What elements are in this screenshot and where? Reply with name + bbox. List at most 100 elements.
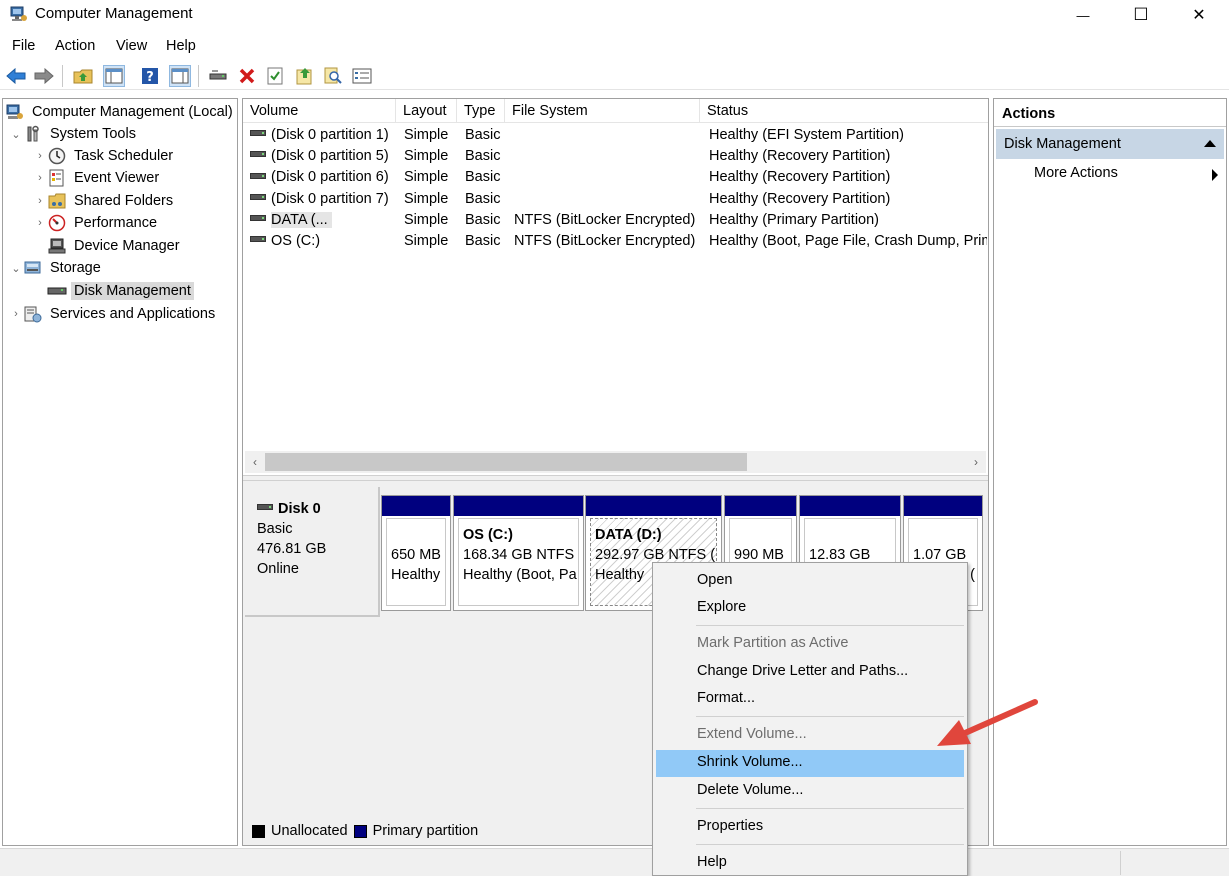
column-header-file-system[interactable]: File System: [505, 99, 700, 123]
disk-title: Disk 0: [257, 499, 378, 519]
table-cell-volume: (Disk 0 partition 6): [250, 169, 396, 185]
table-cell-status: Healthy (Primary Partition): [709, 211, 880, 228]
menu-action[interactable]: Action: [55, 38, 95, 54]
minimize-icon: —: [1076, 7, 1090, 23]
export-icon[interactable]: [294, 65, 316, 87]
tree-item-task-scheduler[interactable]: › Task Scheduler: [33, 145, 176, 167]
legend-swatch-unallocated: [252, 824, 265, 838]
menu-separator: [696, 716, 964, 717]
list-icon[interactable]: [351, 65, 373, 87]
expand-chevron-icon[interactable]: ›: [33, 217, 47, 229]
connect-icon[interactable]: [207, 65, 229, 87]
table-cell-type: Basic: [465, 211, 501, 228]
menu-item-open[interactable]: Open: [656, 568, 964, 595]
drive-icon: [250, 214, 266, 221]
disk-icon: [257, 504, 273, 511]
tools-icon: [23, 125, 43, 143]
table-cell-layout: Simple: [404, 211, 449, 228]
disk-size: 476.81 GB: [257, 541, 327, 557]
partition-status: Healthy: [391, 567, 441, 583]
search-icon[interactable]: [322, 65, 344, 87]
menu-item-delete-volume[interactable]: Delete Volume...: [656, 778, 964, 805]
scroll-left-icon[interactable]: ‹: [245, 451, 265, 473]
tree-item-storage[interactable]: ⌄ Storage: [9, 257, 104, 279]
menu-help[interactable]: Help: [166, 38, 196, 54]
table-cell-volume: DATA (...: [250, 211, 396, 228]
show-hide-tree-icon[interactable]: [103, 65, 125, 87]
column-header-status[interactable]: Status: [700, 99, 986, 123]
menu-view[interactable]: View: [116, 38, 147, 54]
table-row[interactable]: (Disk 0 partition 1) Simple Basic Healthy (…: [243, 125, 988, 146]
partition-block[interactable]: OS (C:) 168.34 GB NTFS ( Healthy (Boot, …: [453, 495, 584, 611]
column-header-layout[interactable]: Layout: [396, 99, 457, 123]
column-header-type[interactable]: Type: [457, 99, 505, 123]
tree-item-shared-folders[interactable]: › Shared Folders: [33, 190, 176, 212]
tree-item-performance[interactable]: › Performance: [33, 212, 160, 234]
tree-item-disk-management[interactable]: Disk Management: [47, 280, 194, 302]
tree-item-label: Task Scheduler: [74, 148, 174, 164]
table-row[interactable]: DATA (... Simple Basic NTFS (BitLocker Encr…: [243, 210, 988, 231]
tree-item-label: Event Viewer: [74, 170, 160, 186]
delete-icon[interactable]: [236, 65, 258, 87]
up-folder-icon[interactable]: [72, 65, 94, 87]
expand-chevron-icon[interactable]: ⌄: [9, 262, 23, 275]
help-icon[interactable]: ?: [139, 65, 161, 87]
menu-item-properties[interactable]: Properties: [656, 814, 964, 841]
menu-item-change-drive-letter[interactable]: Change Drive Letter and Paths...: [656, 659, 964, 686]
actions-group-label: Disk Management: [1004, 136, 1121, 152]
menu-bar: File Action View Help: [0, 34, 1229, 58]
actions-title: Actions: [994, 99, 1226, 127]
shared-folder-icon: [47, 192, 67, 210]
navigation-tree: Computer Management (Local) ⌄ System Too…: [2, 98, 238, 846]
table-cell-fs: NTFS (BitLocker Encrypted): [514, 211, 696, 228]
back-icon[interactable]: [5, 65, 27, 87]
tree-item-services-applications[interactable]: › Services and Applications: [9, 303, 218, 325]
menu-item-format[interactable]: Format...: [656, 686, 964, 713]
column-header-volume[interactable]: Volume: [243, 99, 396, 123]
annotation-arrow-icon: [937, 699, 1038, 746]
partition-title: OS (C:): [463, 527, 513, 543]
tree-item-event-viewer[interactable]: › Event Viewer: [33, 167, 162, 189]
scrollbar-thumb[interactable]: [265, 453, 747, 471]
disk-info[interactable]: Disk 0 Basic 476.81 GB Online: [245, 487, 380, 617]
partition-type-bar: [904, 496, 982, 516]
svg-text:?: ?: [146, 70, 154, 85]
menu-file[interactable]: File: [12, 38, 35, 54]
table-cell-type: Basic: [465, 148, 501, 165]
table-cell-status: Healthy (Boot, Page File, Crash Dump, Pr…: [709, 233, 987, 249]
properties-icon[interactable]: [264, 65, 286, 87]
table-row[interactable]: (Disk 0 partition 5) Simple Basic Healthy (…: [243, 146, 988, 167]
submenu-arrow-icon: [1212, 169, 1218, 181]
scroll-right-icon[interactable]: ›: [966, 451, 986, 473]
menu-item-help[interactable]: Help: [656, 850, 964, 876]
tree-item-device-manager[interactable]: Device Manager: [47, 235, 183, 257]
show-hide-action-pane-icon[interactable]: [169, 65, 191, 87]
table-row[interactable]: (Disk 0 partition 7) Simple Basic Healthy (…: [243, 189, 988, 210]
menu-item-extend-volume: Extend Volume...: [697, 726, 807, 742]
legend-label-primary: Primary partition: [372, 823, 479, 839]
tree-item-computer-management[interactable]: Computer Management (Local): [5, 101, 236, 123]
partition-block[interactable]: 650 MB Healthy: [381, 495, 451, 611]
minimize-button[interactable]: —: [1054, 0, 1112, 30]
actions-group-disk-management[interactable]: Disk Management: [996, 129, 1224, 159]
more-actions-item[interactable]: More Actions: [1034, 165, 1118, 181]
expand-chevron-icon[interactable]: ›: [33, 172, 47, 184]
expand-chevron-icon[interactable]: ›: [9, 308, 23, 320]
menu-item-explore[interactable]: Explore: [656, 595, 964, 622]
volume-list-header: Volume Layout Type File System Status: [243, 99, 988, 123]
maximize-button[interactable]: ☐: [1112, 0, 1170, 30]
expand-chevron-icon[interactable]: ›: [33, 150, 47, 162]
horizontal-scrollbar[interactable]: ‹ ›: [245, 451, 986, 473]
expand-chevron-icon[interactable]: ⌄: [9, 128, 23, 141]
table-row[interactable]: (Disk 0 partition 6) Simple Basic Healthy (…: [243, 167, 988, 188]
forward-icon[interactable]: [33, 65, 55, 87]
table-cell-status: Healthy (Recovery Partition): [709, 190, 891, 207]
close-button[interactable]: ✕: [1170, 0, 1228, 30]
collapse-up-icon[interactable]: [1204, 140, 1216, 147]
table-row[interactable]: OS (C:) Simple Basic NTFS (BitLocker Encryp…: [243, 231, 988, 252]
disk-management-icon: [47, 282, 67, 300]
table-cell-type: Basic: [465, 190, 501, 207]
tree-item-system-tools[interactable]: ⌄ System Tools: [9, 123, 139, 145]
menu-item-shrink-volume[interactable]: Shrink Volume...: [656, 750, 964, 777]
expand-chevron-icon[interactable]: ›: [33, 195, 47, 207]
